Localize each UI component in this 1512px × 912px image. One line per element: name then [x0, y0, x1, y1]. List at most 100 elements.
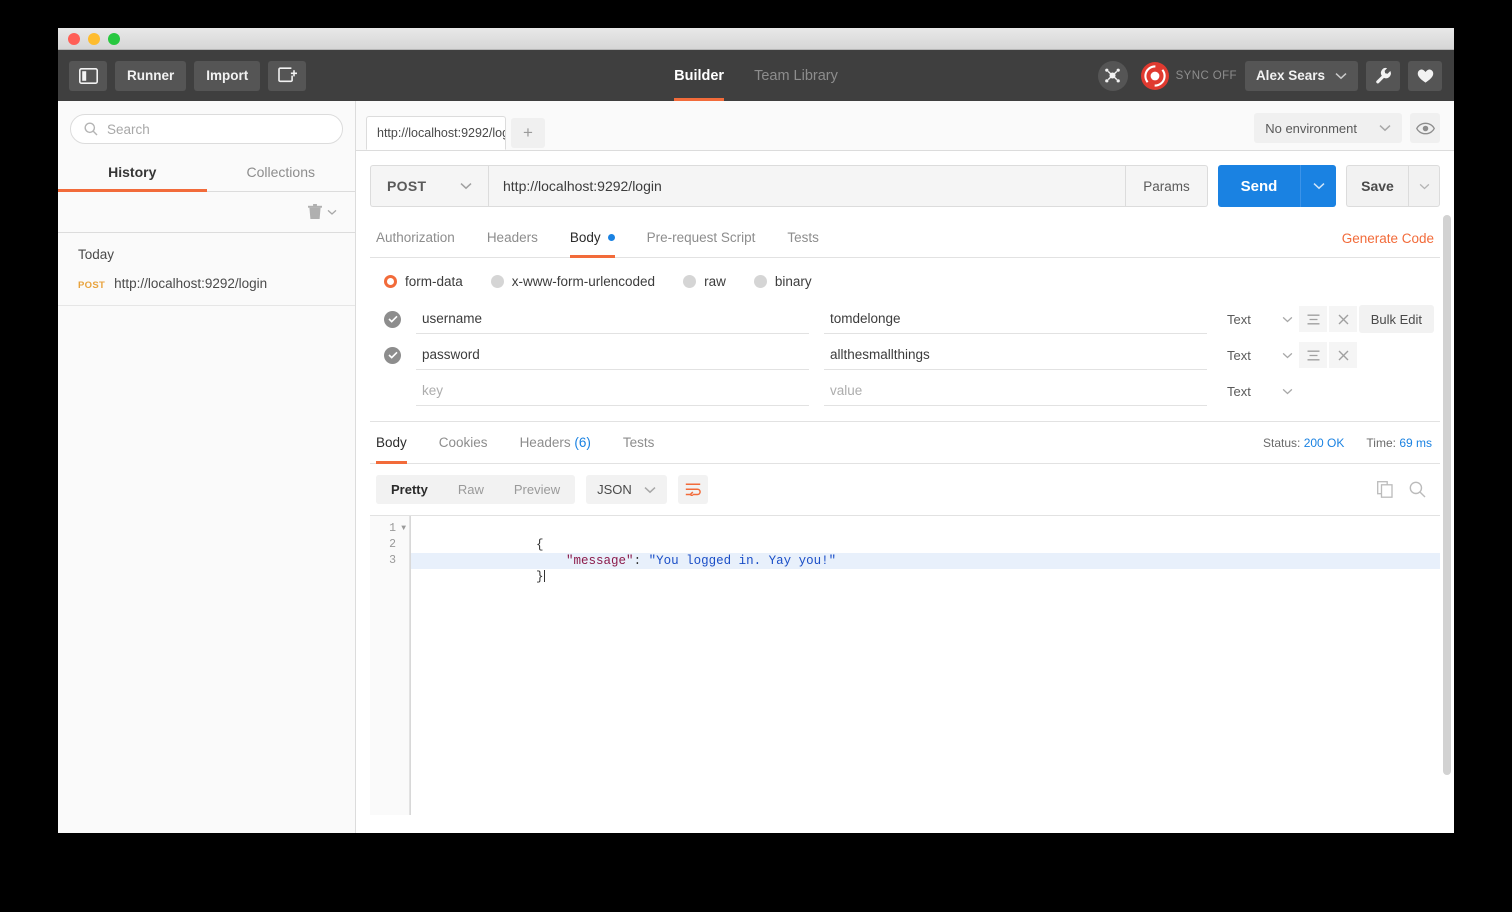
- generate-code-link[interactable]: Generate Code: [1342, 231, 1440, 246]
- sidebar-toolbar: [58, 192, 355, 233]
- form-data-row-menu-button[interactable]: [1299, 342, 1327, 368]
- tab-body[interactable]: Body: [554, 219, 631, 258]
- close-window-button[interactable]: [68, 32, 80, 45]
- radio-selected-icon: [384, 275, 397, 288]
- view-mode-pretty[interactable]: Pretty: [376, 475, 443, 504]
- params-button[interactable]: Params: [1126, 165, 1208, 207]
- environment-select[interactable]: No environment: [1254, 113, 1402, 143]
- status-badge: Status: 200 OK: [1263, 436, 1344, 450]
- runner-button[interactable]: Runner: [115, 60, 187, 91]
- search-input[interactable]: Search: [70, 114, 343, 144]
- radio-unselected-icon: [683, 275, 697, 288]
- form-data-value-input[interactable]: tomdelonge: [824, 304, 1207, 334]
- word-wrap-toggle-button[interactable]: [677, 475, 708, 504]
- response-format-select[interactable]: JSON: [586, 475, 667, 504]
- main-vertical-scrollbar[interactable]: [1443, 159, 1451, 829]
- close-icon: [1338, 314, 1348, 324]
- copy-icon[interactable]: [1377, 481, 1393, 498]
- runner-label: Runner: [127, 68, 175, 83]
- form-data-row-actions: [1299, 306, 1357, 332]
- tab-headers[interactable]: Headers: [471, 219, 554, 257]
- body-mode-form-data[interactable]: form-data: [384, 274, 463, 289]
- search-icon[interactable]: [1409, 481, 1426, 498]
- form-data-value-input[interactable]: allthesmallthings: [824, 340, 1207, 370]
- add-request-tab-button[interactable]: +: [511, 118, 545, 148]
- form-data-type-select[interactable]: Text: [1227, 312, 1293, 327]
- maximize-window-button[interactable]: [108, 32, 120, 45]
- form-data-row-remove-button[interactable]: [1329, 306, 1357, 332]
- save-button[interactable]: Save: [1346, 165, 1408, 207]
- sidebar-toggle-button[interactable]: [69, 60, 107, 91]
- import-label: Import: [206, 68, 249, 83]
- body-mode-binary[interactable]: binary: [753, 274, 812, 289]
- minimize-window-button[interactable]: [88, 32, 100, 45]
- form-data-type-select[interactable]: Text: [1227, 384, 1293, 399]
- form-data-key-input[interactable]: key: [416, 376, 809, 406]
- save-label: Save: [1361, 178, 1394, 194]
- history-day-label: Today: [78, 247, 115, 262]
- trash-icon[interactable]: [308, 204, 322, 220]
- form-data-row-menu-button[interactable]: [1299, 306, 1327, 332]
- send-button[interactable]: Send: [1218, 165, 1300, 207]
- chevron-down-icon[interactable]: [327, 209, 337, 216]
- search-placeholder: Search: [107, 121, 150, 137]
- save-options-button[interactable]: [1408, 165, 1440, 207]
- body-mode-urlencoded[interactable]: x-www-form-urlencoded: [490, 274, 655, 289]
- sidebar-tab-collections[interactable]: Collections: [207, 155, 356, 191]
- new-tab-button[interactable]: [268, 60, 307, 91]
- header-right-group: SYNC OFF Alex Sears: [1097, 60, 1454, 91]
- sidebar-tab-history-label: History: [108, 164, 157, 180]
- form-data-type-select[interactable]: Text: [1227, 348, 1293, 363]
- import-button[interactable]: Import: [194, 60, 261, 91]
- response-body-editor[interactable]: 1 ▼ 2 3 {"message": "You logged in. Yay…: [370, 515, 1440, 815]
- response-tab-body[interactable]: Body: [370, 422, 423, 464]
- form-data-value-input[interactable]: value: [824, 376, 1207, 406]
- view-mode-raw[interactable]: Raw: [443, 475, 499, 504]
- header-left-group: Runner Import: [58, 60, 307, 91]
- user-menu-button[interactable]: Alex Sears: [1244, 60, 1358, 91]
- url-input[interactable]: http://localhost:9292/login: [488, 165, 1126, 207]
- sidebar-tab-history[interactable]: History: [58, 155, 207, 192]
- tab-pre-request-script[interactable]: Pre-request Script: [631, 219, 772, 257]
- scrollbar-thumb[interactable]: [1443, 215, 1451, 775]
- form-data-key-input[interactable]: password: [416, 340, 809, 370]
- form-data-row-toggle[interactable]: [384, 346, 416, 364]
- header-tab-team-library[interactable]: Team Library: [754, 50, 838, 101]
- body-mode-form-data-label: form-data: [405, 274, 463, 289]
- response-tab-cookies[interactable]: Cookies: [423, 422, 504, 463]
- view-mode-preview-label: Preview: [513, 482, 561, 497]
- form-data-type-label: Text: [1227, 311, 1251, 327]
- interceptor-button[interactable]: [1097, 60, 1128, 91]
- code-token: {: [536, 538, 544, 552]
- request-tab-label: http://localhost:9292/login: [377, 126, 506, 140]
- view-mode-preview[interactable]: Preview: [499, 475, 575, 504]
- response-tab-headers[interactable]: Headers (6): [504, 422, 607, 463]
- checkbox-checked-icon: [384, 346, 401, 364]
- favorites-heart-button[interactable]: [1408, 60, 1442, 91]
- form-data-row-remove-button[interactable]: [1329, 342, 1357, 368]
- bulk-edit-button[interactable]: Bulk Edit: [1358, 305, 1434, 333]
- fold-toggle-icon[interactable]: ▼: [401, 521, 406, 537]
- header-tab-builder[interactable]: Builder: [674, 50, 724, 101]
- tab-tests[interactable]: Tests: [771, 219, 835, 257]
- sync-icon: [1140, 61, 1169, 90]
- code-line: "message": "You logged in. Yay you!": [411, 537, 1440, 568]
- request-tab[interactable]: http://localhost:9292/login: [366, 116, 506, 150]
- send-options-button[interactable]: [1300, 165, 1336, 207]
- tab-authorization[interactable]: Authorization: [370, 219, 471, 257]
- method-select[interactable]: POST: [370, 165, 488, 207]
- send-button-group: Send: [1218, 165, 1336, 207]
- form-data-row-toggle[interactable]: [384, 310, 416, 328]
- response-tab-tests[interactable]: Tests: [607, 422, 671, 463]
- response-view-mode-group: Pretty Raw Preview: [376, 475, 576, 504]
- form-data-key-input[interactable]: username: [416, 304, 809, 334]
- form-data-row-empty: key value Text: [384, 376, 1440, 406]
- sync-status-group[interactable]: SYNC OFF: [1140, 61, 1237, 91]
- editor-lines[interactable]: { "message": "You logged in. Yay you!" }: [410, 516, 1440, 815]
- send-label: Send: [1240, 177, 1278, 195]
- environment-quick-look-button[interactable]: [1410, 113, 1440, 143]
- history-item[interactable]: POST http://localhost:9292/login: [58, 276, 355, 291]
- body-mode-raw[interactable]: raw: [683, 274, 726, 289]
- generate-code-label: Generate Code: [1341, 230, 1434, 246]
- settings-wrench-button[interactable]: [1366, 60, 1400, 91]
